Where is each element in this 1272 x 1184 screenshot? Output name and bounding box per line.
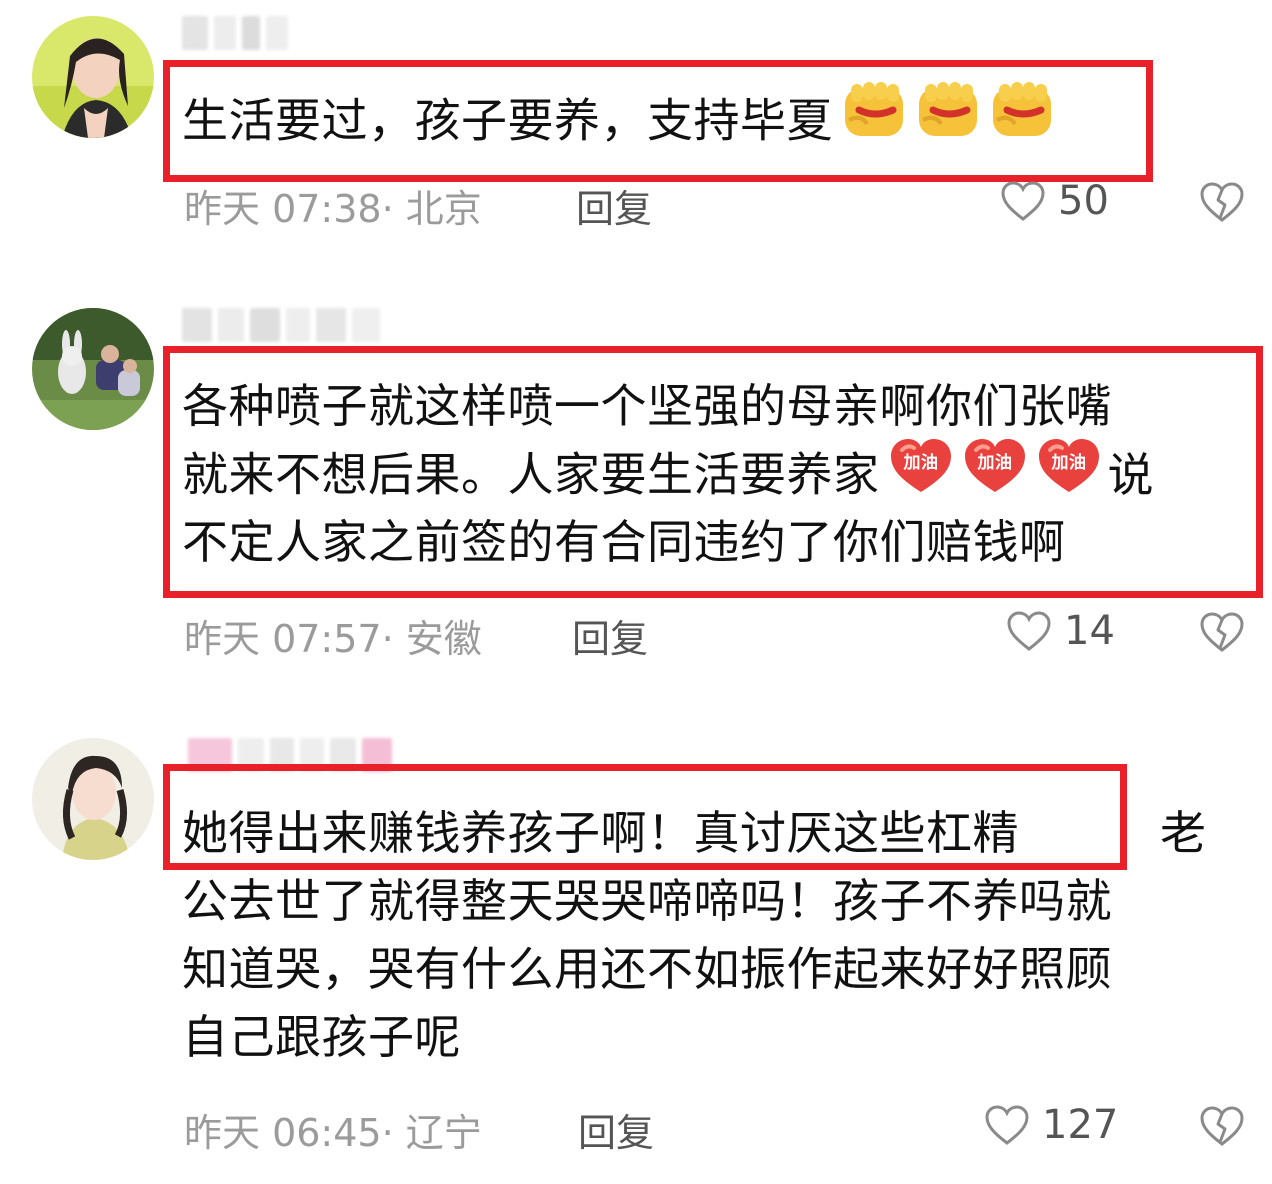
timestamp: 昨天 07:57 bbox=[184, 617, 382, 661]
username-blurred bbox=[182, 16, 288, 50]
location: 辽宁 bbox=[405, 1111, 482, 1155]
reply-button[interactable]: 回复 bbox=[572, 608, 648, 663]
location: 安徽 bbox=[405, 617, 482, 661]
heart-icon bbox=[1007, 611, 1051, 651]
jiayou-heart-emoji: 加油 bbox=[1036, 436, 1102, 512]
fist-emoji bbox=[841, 80, 907, 160]
avatar[interactable] bbox=[32, 16, 154, 138]
comment-text-line: 就来不想后果。人家要生活要养家 bbox=[182, 447, 880, 502]
fist-emoji bbox=[915, 80, 981, 160]
badge-text: 加油 bbox=[976, 452, 1012, 473]
broken-heart-icon bbox=[1200, 182, 1244, 222]
dislike-button[interactable] bbox=[1198, 610, 1246, 658]
timestamp: 昨天 06:45 bbox=[184, 1111, 382, 1155]
reply-button[interactable]: 回复 bbox=[578, 1102, 654, 1157]
jiayou-heart-emoji: 加油 bbox=[962, 436, 1028, 512]
meta-separator: · bbox=[381, 617, 406, 661]
comment-text: 生活要过，孩子要养，支持毕夏 bbox=[182, 82, 1055, 152]
dislike-button[interactable] bbox=[1198, 1104, 1246, 1152]
like-count: 14 bbox=[1064, 608, 1115, 654]
location: 北京 bbox=[405, 187, 482, 231]
like-button[interactable]: 14 bbox=[1006, 608, 1115, 654]
fist-emoji bbox=[989, 80, 1055, 160]
heart-icon bbox=[985, 1105, 1029, 1145]
heart-icon bbox=[1001, 181, 1045, 221]
comment-text: 各种喷子就这样喷一个坚强的母亲啊你们张嘴 就来不想后果。人家要生活要养家 加油 … bbox=[182, 372, 1154, 576]
comment-text-line: 她得出来赚钱养孩子啊！真讨厌这些杠精 bbox=[182, 806, 1019, 860]
dislike-button[interactable] bbox=[1198, 180, 1246, 228]
comment-text-line: 公去世了就得整天哭哭啼啼吗！孩子不养吗就 bbox=[182, 874, 1112, 928]
username-blurred bbox=[182, 308, 380, 342]
badge-text: 加油 bbox=[902, 452, 938, 473]
comment-text: 她得出来赚钱养孩子啊！真讨厌这些杠精 老 公去世了就得整天哭哭啼啼吗！孩子不养吗就… bbox=[182, 799, 1206, 1071]
comment-meta: 昨天 07:38· 北京 bbox=[184, 178, 482, 233]
comment-text-line: 不定人家之前签的有合同违约了你们赔钱啊 bbox=[182, 515, 1066, 569]
comment-text-line: 自己跟孩子呢 bbox=[182, 1010, 461, 1064]
like-button[interactable]: 127 bbox=[984, 1102, 1118, 1148]
like-count: 50 bbox=[1058, 178, 1109, 224]
comment-text-line: 各种喷子就这样喷一个坚强的母亲啊你们张嘴 bbox=[182, 379, 1112, 433]
comment-text-line: 知道哭，哭有什么用还不如振作起来好好照顾 bbox=[182, 942, 1112, 996]
comment-text-line-end: 说 bbox=[1107, 447, 1154, 502]
like-button[interactable]: 50 bbox=[1000, 178, 1109, 224]
reply-button[interactable]: 回复 bbox=[576, 178, 652, 233]
comment-text-line-tail: 老 bbox=[1160, 806, 1207, 860]
comment-meta: 昨天 06:45· 辽宁 bbox=[184, 1102, 482, 1157]
meta-separator: · bbox=[381, 187, 406, 231]
avatar[interactable] bbox=[32, 308, 154, 430]
meta-separator: · bbox=[381, 1111, 406, 1155]
like-count: 127 bbox=[1042, 1102, 1119, 1148]
timestamp: 昨天 07:38 bbox=[184, 187, 382, 231]
comment-meta: 昨天 07:57· 安徽 bbox=[184, 608, 482, 663]
jiayou-heart-emoji: 加油 bbox=[888, 436, 954, 512]
avatar[interactable] bbox=[32, 738, 154, 860]
broken-heart-icon bbox=[1200, 612, 1244, 652]
badge-text: 加油 bbox=[1050, 452, 1086, 473]
broken-heart-icon bbox=[1200, 1106, 1244, 1146]
comment-text-line: 生活要过，孩子要养，支持毕夏 bbox=[182, 93, 833, 148]
